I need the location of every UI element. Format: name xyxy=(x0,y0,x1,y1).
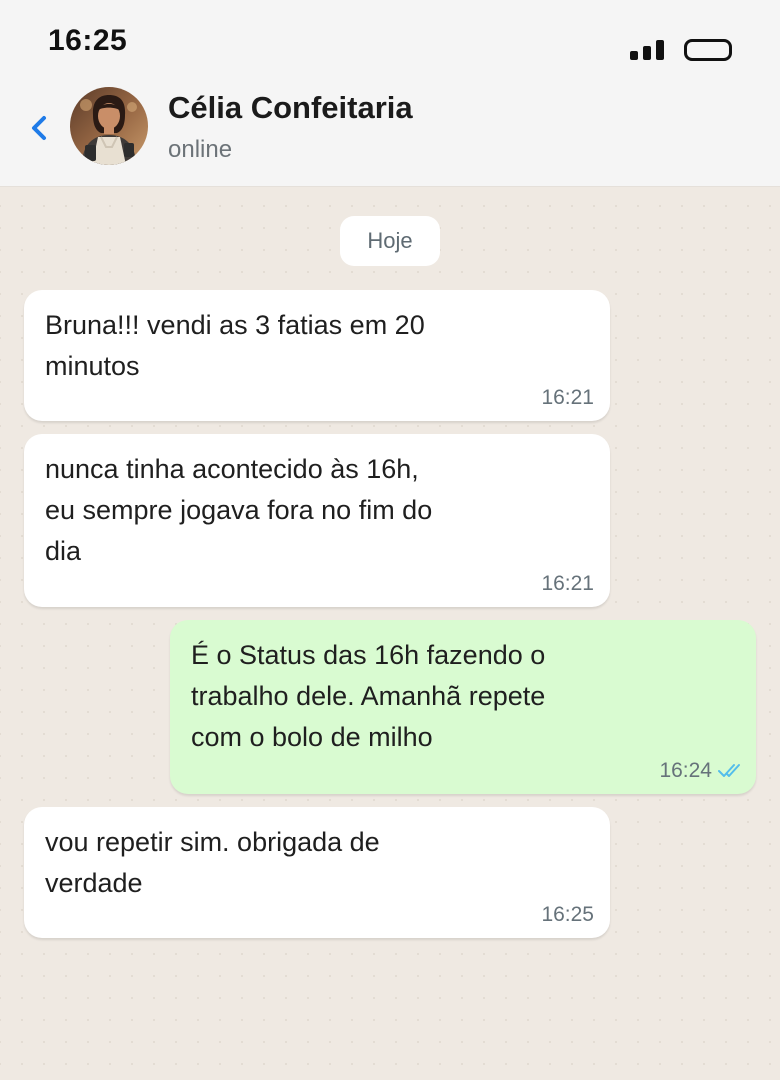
message-bubble-incoming[interactable]: Bruna!!! vendi as 3 fatias em 20 minutos… xyxy=(24,290,610,421)
message-text: vou repetir sim. obrigada de verdade xyxy=(45,827,380,898)
status-bar: 16:25 xyxy=(0,0,780,80)
woman-avatar-icon[interactable] xyxy=(70,87,148,165)
message-time: 16:24 xyxy=(659,759,712,782)
message-bubble-incoming[interactable]: vou repetir sim. obrigada de verdade 16:… xyxy=(24,807,610,938)
message-text: nunca tinha acontecido às 16h, eu sempre… xyxy=(45,454,433,566)
message-time: 16:21 xyxy=(541,572,594,595)
date-separator: Hoje xyxy=(340,216,440,266)
status-time: 16:25 xyxy=(48,24,128,57)
chevron-left-icon[interactable] xyxy=(24,108,54,148)
message-text: É o Status das 16h fazendo o trabalho de… xyxy=(191,640,546,752)
message-bubble-incoming[interactable]: nunca tinha acontecido às 16h, eu sempre… xyxy=(24,434,610,607)
signal-icon xyxy=(630,38,670,60)
message-time: 16:21 xyxy=(541,386,594,409)
double-check-icon xyxy=(718,763,744,779)
contact-name[interactable]: Célia Confeitaria xyxy=(168,90,413,126)
message-bubble-outgoing[interactable]: É o Status das 16h fazendo o trabalho de… xyxy=(170,620,756,794)
message-time: 16:25 xyxy=(541,903,594,926)
message-text: Bruna!!! vendi as 3 fatias em 20 minutos xyxy=(45,310,425,381)
battery-icon xyxy=(684,39,732,61)
contact-status: online xyxy=(168,136,233,163)
chat-area[interactable]: Hoje Bruna!!! vendi as 3 fatias em 20 mi… xyxy=(0,187,780,1080)
chat-header: Célia Confeitaria online xyxy=(0,80,780,187)
